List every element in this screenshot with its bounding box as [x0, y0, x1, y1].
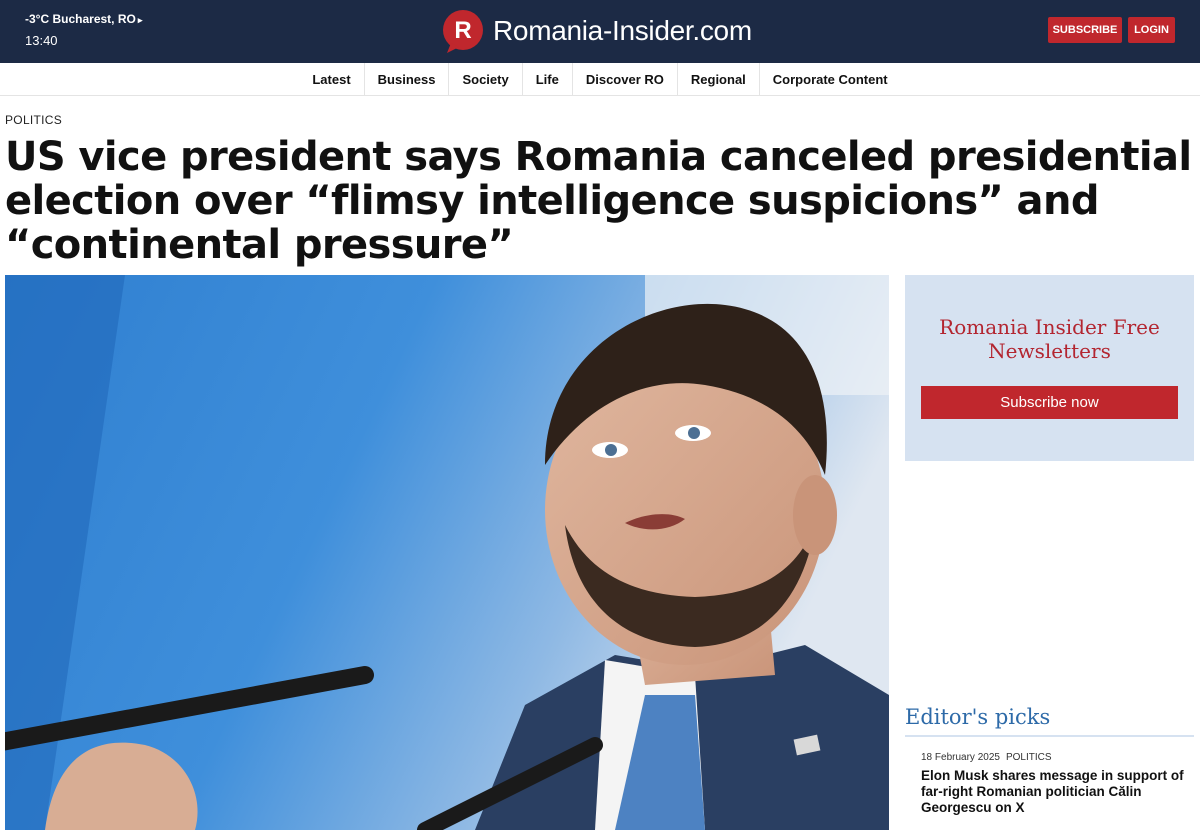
nav-item-society[interactable]: Society: [449, 62, 523, 96]
nav-item-latest[interactable]: Latest: [299, 62, 365, 96]
pick-meta: 18 February 2025 POLITICS: [921, 752, 1052, 763]
pick-category[interactable]: POLITICS: [1006, 752, 1052, 763]
logo-r-icon: R: [441, 9, 485, 53]
nav-item-life[interactable]: Life: [523, 62, 573, 96]
brand-name: Romania-Insider.com: [493, 15, 752, 46]
site-header: -3°C Bucharest, RO ▸ 13:40 R Romania-Insi…: [0, 0, 1200, 63]
weather-arrow-icon: ▸: [137, 15, 143, 25]
clock-time: 13:40: [25, 33, 58, 48]
weather-text: -3°C Bucharest, RO: [25, 12, 136, 26]
editors-picks-heading: Editor's picks: [905, 705, 1051, 729]
login-button[interactable]: LOGIN: [1128, 17, 1175, 43]
speaker-portrait: [5, 275, 889, 830]
article-category[interactable]: POLITICS: [5, 113, 62, 127]
weather-widget[interactable]: -3°C Bucharest, RO ▸: [25, 12, 142, 26]
pick-date: 18 February 2025: [921, 752, 1000, 763]
nav-item-corporate-content[interactable]: Corporate Content: [760, 63, 901, 96]
site-logo[interactable]: R Romania-Insider.com: [441, 9, 752, 53]
nav-item-business[interactable]: Business: [365, 62, 450, 96]
nav-item-regional[interactable]: Regional: [678, 62, 760, 96]
newsletter-box: Romania Insider Free Newsletters Subscri…: [905, 275, 1194, 461]
article-headline: US vice president says Romania canceled …: [5, 134, 1192, 268]
subscribe-button[interactable]: SUBSCRIBE: [1048, 17, 1122, 43]
pick-title-link[interactable]: Elon Musk shares message in support of f…: [921, 768, 1186, 816]
article-hero-image: [5, 275, 889, 830]
logo-letter: R: [454, 17, 471, 44]
main-nav: Latest Business Society Life Discover RO…: [0, 62, 1200, 96]
newsletter-subscribe-button[interactable]: Subscribe now: [921, 386, 1178, 419]
newsletter-title: Romania Insider Free Newsletters: [939, 315, 1160, 363]
nav-item-discover-ro[interactable]: Discover RO: [573, 62, 678, 96]
divider: [905, 735, 1194, 737]
